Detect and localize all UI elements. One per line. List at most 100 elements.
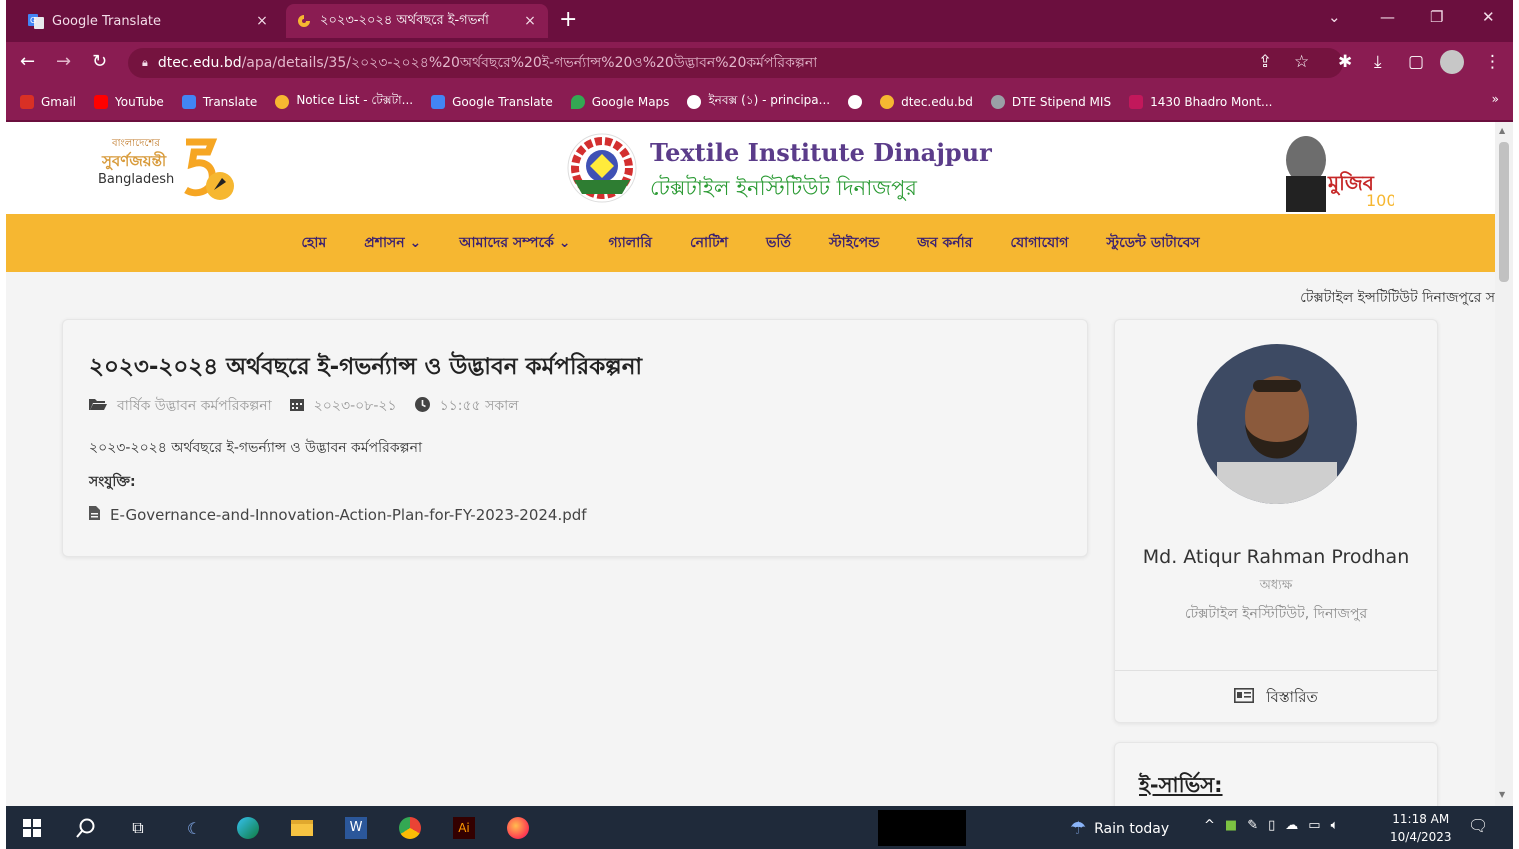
illustrator-app-icon[interactable]: Ai — [452, 816, 476, 840]
bookmark-star-icon[interactable]: ☆ — [1294, 52, 1309, 72]
bookmark-notice-list[interactable]: Notice List - টেক্সটা... — [275, 92, 413, 112]
windows-start-icon[interactable] — [20, 816, 44, 840]
weather-widget[interactable]: ☂ Rain today — [1070, 818, 1169, 839]
share-icon[interactable]: ⇪ — [1258, 52, 1272, 72]
file-explorer-icon[interactable] — [290, 816, 314, 840]
nav-home[interactable]: হোম — [282, 231, 345, 255]
site-favicon-icon — [880, 95, 895, 109]
youtube-icon — [94, 95, 109, 109]
back-icon[interactable]: ← — [20, 52, 35, 72]
notifications-icon[interactable]: 🗨︎ — [1468, 816, 1488, 835]
bookmark-translate[interactable]: Translate — [181, 95, 257, 109]
network-icon[interactable]: ▭ — [1308, 818, 1320, 833]
tray-battery-icon[interactable]: ▯ — [1268, 818, 1275, 833]
golden-jubilee-logo: বাংলাদেশের সুবর্ণজয়ন্তী Bangladesh — [98, 132, 248, 206]
fifty-emblem-icon — [184, 138, 234, 200]
download-icon[interactable]: ⤓ — [1374, 52, 1382, 72]
chrome-browser-icon[interactable] — [398, 816, 422, 840]
browser-chrome: G Google Translate × ২০২৩-২০২৪ অর্থবছরে … — [6, 0, 1513, 122]
bookmark-bhadro[interactable]: 1430 Bhadro Mont... — [1129, 95, 1273, 109]
site-title-en: Textile Institute Dinajpur — [650, 138, 992, 167]
scroll-down-icon[interactable]: ▼ — [1499, 790, 1505, 799]
institute-logo — [567, 133, 637, 203]
tray-expand-icon[interactable]: ^ — [1204, 818, 1215, 833]
e-service-title: ই-সার্ভিস: — [1139, 773, 1223, 797]
svg-text:100: 100 — [1366, 191, 1394, 210]
word-app-icon[interactable]: W — [344, 816, 368, 840]
nav-about-us[interactable]: আমাদের সম্পর্কে ⌄ — [440, 231, 589, 255]
nav-administration[interactable]: প্রশাসন ⌄ — [345, 231, 440, 255]
post-meta: বার্ষিক উদ্ভাবন কর্মপরিকল্পনা ২০২৩-০৮-২১… — [89, 394, 519, 418]
tray-feather-icon[interactable]: ✎ — [1247, 818, 1258, 833]
tray-app-icon[interactable]: ■ — [1225, 818, 1237, 833]
extensions-icon[interactable]: ✱ — [1338, 52, 1352, 72]
forward-icon[interactable]: → — [56, 52, 71, 72]
bookmark-google[interactable] — [848, 95, 863, 109]
bookmark-youtube[interactable]: YouTube — [94, 95, 164, 109]
clock-time: 11:18 AM — [1392, 812, 1450, 826]
edge-browser-icon[interactable] — [236, 816, 260, 840]
news-ticker[interactable]: টেক্সটাইল ইন্সটিটিউট দিনাজপুরে স — [1300, 286, 1495, 310]
clock-date: 10/4/2023 — [1390, 830, 1452, 844]
nav-contact[interactable]: যোগাযোগ — [991, 231, 1087, 255]
nav-job-corner[interactable]: জব কর্নার — [898, 231, 991, 255]
bookmark-stipend[interactable]: DTE Stipend MIS — [990, 95, 1111, 109]
tab-close-icon[interactable]: × — [254, 13, 270, 29]
onedrive-cloud-icon[interactable]: ☁ — [1285, 818, 1298, 833]
details-button[interactable]: বিস্তারিত — [1115, 686, 1437, 711]
p-letter-icon — [1129, 95, 1144, 109]
page-scrollbar[interactable]: ▲ ▼ — [1495, 122, 1513, 806]
post-category[interactable]: বার্ষিক উদ্ভাবন কর্মপরিকল্পনা — [117, 394, 272, 418]
nav-admission[interactable]: ভর্তি — [747, 231, 810, 255]
volume-icon[interactable]: 🔈︎ — [1331, 818, 1339, 833]
address-bar[interactable]: 🔒︎ dtec.edu.bd /apa/details/35/২০২৩-২০২৪… — [128, 48, 1343, 78]
system-tray: ^ ■ ✎ ▯ ☁ ▭ 🔈︎ — [1204, 818, 1338, 833]
tab-title: ২০২৩-২০২৪ অর্থবছরে ই-গভর্না — [320, 12, 489, 28]
bookmark-google-translate[interactable]: Google Translate — [431, 95, 553, 109]
attachment-link[interactable]: E-Governance-and-Innovation-Action-Plan-… — [89, 506, 587, 524]
restore-icon[interactable]: ❐ — [1430, 8, 1443, 26]
tab-dtec-page[interactable]: ২০২৩-২০২৪ অর্থবছরে ই-গভর্না × — [286, 4, 548, 38]
search-icon[interactable] — [74, 816, 98, 840]
google-icon — [687, 95, 702, 109]
close-window-icon[interactable]: ✕ — [1482, 8, 1495, 26]
clock-icon — [414, 396, 430, 416]
firefox-browser-icon[interactable] — [506, 816, 530, 840]
post-body: ২০২৩-২০২৪ অর্থবছরে ই-গভর্ন্যান্স ও উদ্ভা… — [89, 440, 423, 456]
bookmark-inbox[interactable]: ইনবক্স (১) - principa... — [687, 92, 830, 112]
nav-notice[interactable]: নোটিশ — [671, 231, 747, 255]
profile-avatar-icon[interactable] — [1440, 50, 1464, 74]
nav-stipend[interactable]: স্টাইপেন্ড — [810, 231, 898, 255]
nav-gallery[interactable]: গ্যালারি — [589, 231, 671, 255]
tab-close-icon[interactable]: × — [522, 13, 538, 29]
taskbar-clock[interactable]: 11:18 AM 10/4/2023 — [1390, 810, 1452, 846]
post-time: ১১:৫৫ সকাল — [439, 398, 519, 414]
tab-title: Google Translate — [52, 13, 162, 29]
google-translate-icon: G — [28, 14, 44, 29]
menu-kebab-icon[interactable]: ⋮ — [1484, 52, 1501, 72]
google-translate-icon — [431, 95, 446, 109]
site-header: বাংলাদেশের সুবর্ণজয়ন্তী Bangladesh Text… — [6, 122, 1495, 214]
tab-search-icon[interactable]: ⌄ — [1328, 8, 1341, 26]
nav-student-database[interactable]: স্টুডেন্ট ডাটাবেস — [1087, 231, 1218, 255]
site-favicon-icon — [275, 95, 290, 109]
side-panel-icon[interactable]: ▢ — [1408, 52, 1424, 72]
minimize-icon[interactable]: — — [1380, 8, 1395, 26]
gmail-icon — [20, 95, 34, 109]
principal-card: Md. Atiqur Rahman Prodhan অধ্যক্ষ টেক্সট… — [1114, 319, 1438, 723]
bookmarks-bar: Gmail YouTube Translate Notice List - টে… — [6, 84, 1513, 120]
windows-taskbar: ⧉ ☾ W Ai ☂ Rain today ^ ■ ✎ ▯ ☁ ▭ 🔈︎ 11:… — [6, 806, 1513, 849]
new-tab-button[interactable]: + — [559, 9, 577, 31]
url-host: dtec.edu.bd — [157, 55, 242, 71]
bookmark-google-maps[interactable]: Google Maps — [570, 95, 669, 109]
tab-google-translate[interactable]: G Google Translate × — [18, 4, 280, 38]
scroll-up-icon[interactable]: ▲ — [1499, 126, 1505, 135]
bookmarks-overflow-button[interactable]: » — [1492, 92, 1499, 106]
task-view-icon[interactable]: ⧉ — [126, 816, 150, 840]
bookmark-gmail[interactable]: Gmail — [20, 95, 76, 109]
browser-toolbar: ← → ↻ 🔒︎ dtec.edu.bd /apa/details/35/২০২… — [6, 42, 1513, 84]
bookmark-dtec[interactable]: dtec.edu.bd — [880, 95, 973, 109]
moon-app-icon[interactable]: ☾ — [182, 816, 206, 840]
scrollbar-thumb[interactable] — [1499, 142, 1509, 282]
reload-icon[interactable]: ↻ — [92, 52, 107, 72]
